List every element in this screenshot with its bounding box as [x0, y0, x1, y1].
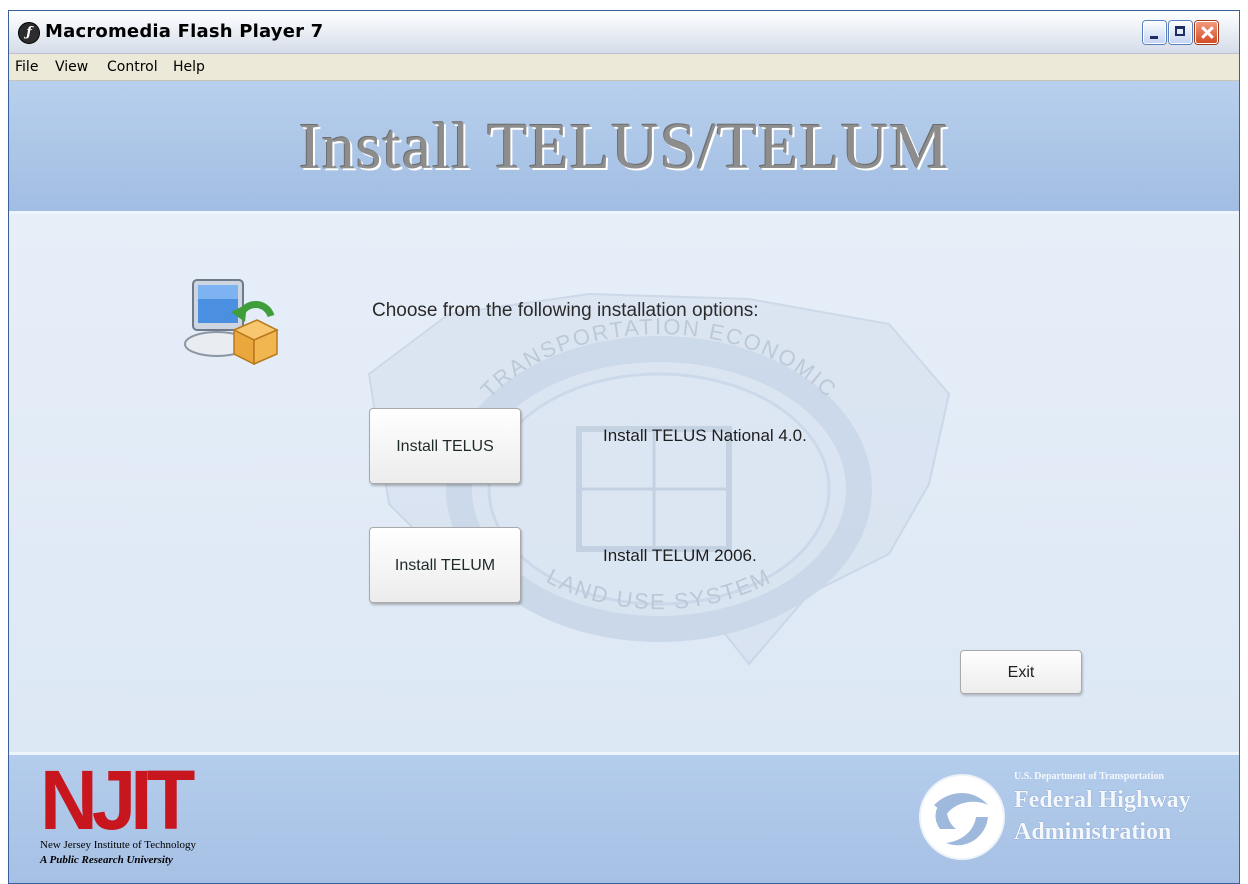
minimize-button[interactable]: [1143, 21, 1166, 44]
flash-player-window: ƒ Macromedia Flash Player 7 File View Co…: [8, 10, 1240, 884]
install-telum-button[interactable]: Install TELUM: [369, 527, 521, 603]
telus-description: Install TELUS National 4.0.: [603, 426, 807, 445]
footer-band: NJIT New Jersey Institute of Technology …: [9, 752, 1239, 883]
main-area: TRANSPORTATION ECONOMIC LAND USE SYSTEM …: [9, 214, 1239, 749]
title-bar[interactable]: ƒ Macromedia Flash Player 7: [9, 11, 1239, 54]
flash-logo-icon: ƒ: [18, 22, 40, 44]
menu-help[interactable]: Help: [173, 59, 205, 75]
header-band: Install TELUS/TELUM: [9, 81, 1239, 214]
window-title: Macromedia Flash Player 7: [45, 21, 324, 42]
install-prompt: Choose from the following installation o…: [372, 300, 759, 321]
fhwa-department: U.S. Department of Transportation: [1014, 771, 1164, 782]
telus-seal-watermark: TRANSPORTATION ECONOMIC LAND USE SYSTEM: [367, 292, 951, 666]
fhwa-emblem-icon: [919, 774, 1005, 860]
menu-file[interactable]: File: [15, 59, 38, 75]
njit-letters: NJIT: [40, 753, 195, 847]
fhwa-text: U.S. Department of Transportation Federa…: [1014, 767, 1191, 846]
njit-logo: NJIT New Jersey Institute of Technology …: [40, 753, 196, 866]
menu-control[interactable]: Control: [107, 59, 158, 75]
flash-content: Install TELUS/TELUM TRANSPORTATION ECONO…: [9, 81, 1239, 883]
fhwa-name-line2: Administration: [1014, 819, 1172, 845]
menu-view[interactable]: View: [55, 59, 88, 75]
close-button[interactable]: [1195, 21, 1218, 44]
njit-tagline: A Public Research University: [40, 854, 173, 866]
exit-button[interactable]: Exit: [960, 650, 1082, 694]
page-title: Install TELUS/TELUM: [298, 110, 950, 183]
fhwa-logo: U.S. Department of Transportation Federa…: [916, 767, 1226, 867]
fhwa-name-line1: Federal Highway: [1014, 787, 1191, 813]
menu-bar: File View Control Help: [9, 54, 1239, 81]
maximize-button[interactable]: [1169, 21, 1192, 44]
install-telus-button[interactable]: Install TELUS: [369, 408, 521, 484]
install-computer-icon: [184, 279, 279, 366]
telum-description: Install TELUM 2006.: [603, 546, 757, 565]
